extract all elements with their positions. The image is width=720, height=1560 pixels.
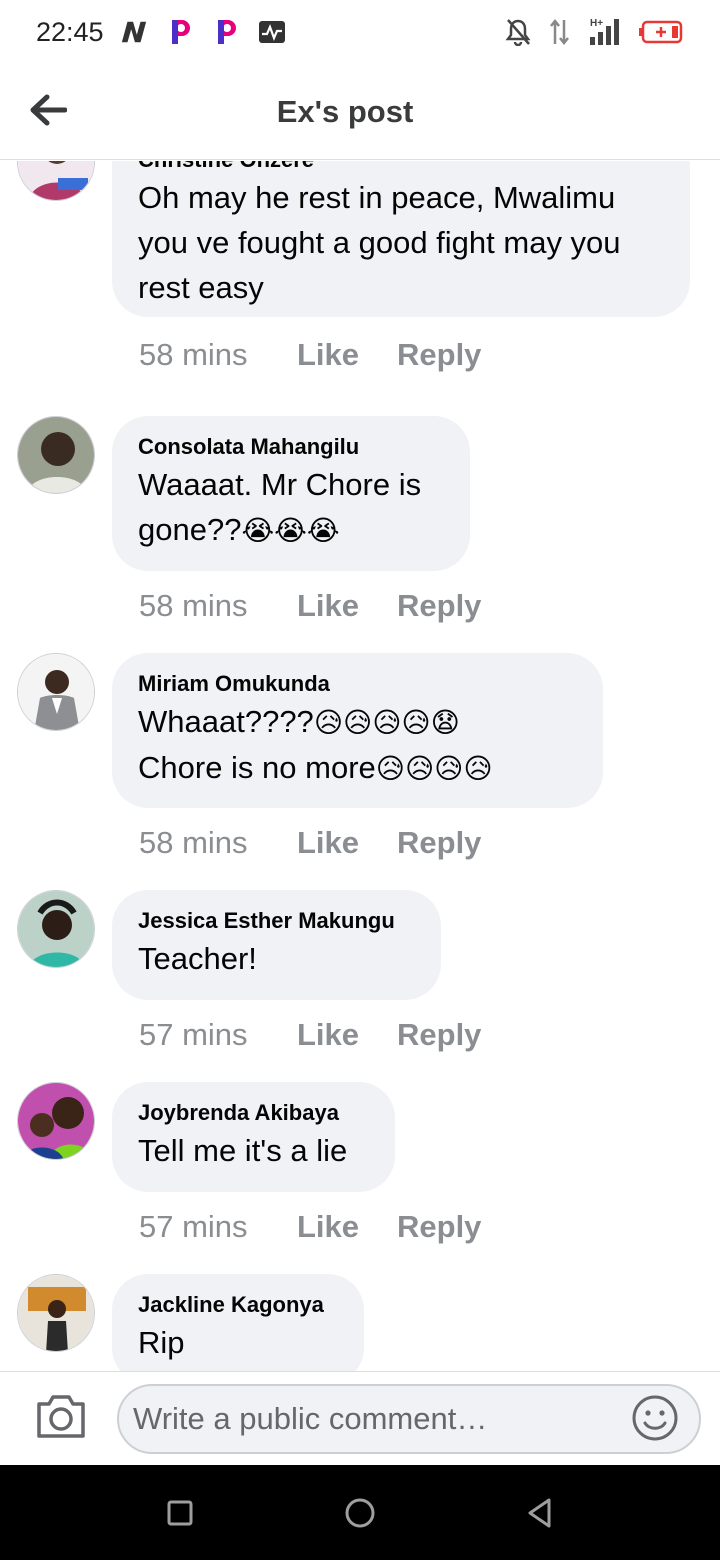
reply-button[interactable]: Reply [397, 1209, 481, 1245]
comment-text-line: Whaaat????😥😥😥😥😧 [138, 699, 577, 745]
reply-button[interactable]: Reply [397, 588, 481, 624]
like-button[interactable]: Like [297, 825, 397, 861]
system-nav-bar [0, 1465, 720, 1560]
comment-bubble[interactable]: Jessica Esther Makungu Teacher! [112, 890, 441, 1000]
smiley-icon [632, 1395, 678, 1441]
comment-actions: 58 mins Like Reply [139, 337, 481, 373]
network-type-label: H+ [590, 18, 603, 29]
comment-bubble[interactable]: Miriam Omukunda Whaaat????😥😥😥😥😧 Chore is… [112, 653, 603, 808]
comment-bubble[interactable]: Joybrenda Akibaya Tell me it's a lie [112, 1082, 395, 1192]
reply-button[interactable]: Reply [397, 825, 481, 861]
comment-text-line: Waaaat. Mr Chore is [138, 467, 422, 502]
comment-text-line: Oh may he rest in peace, Mwalimu [138, 180, 616, 215]
comment-bubble[interactable]: Jackline Kagonya Rip [112, 1274, 364, 1371]
sad-emoji: 😥😥😥😥😧 [313, 706, 460, 739]
comment-text-line: Teacher! [138, 941, 257, 976]
comment-composer [0, 1371, 720, 1465]
recents-square-icon [167, 1500, 193, 1526]
app-header: Ex's post [0, 66, 720, 160]
n-app-icon [120, 18, 148, 46]
comment-time[interactable]: 58 mins [139, 825, 297, 861]
like-button[interactable]: Like [297, 588, 397, 624]
comment-time[interactable]: 57 mins [139, 1017, 297, 1053]
avatar[interactable] [17, 416, 95, 494]
avatar[interactable] [17, 161, 95, 201]
comment-text-line: Rip [138, 1325, 185, 1360]
comment-actions: 58 mins Like Reply [139, 825, 481, 861]
sad-emoji: 😥😥😥😥 [375, 752, 493, 785]
avatar[interactable] [17, 1082, 95, 1160]
comment-actions: 58 mins Like Reply [139, 588, 481, 624]
comment-bubble[interactable]: Christine Onzere Oh may he rest in peace… [112, 161, 690, 317]
reply-button[interactable]: Reply [397, 337, 481, 373]
p-app-icon [212, 18, 240, 46]
like-button[interactable]: Like [297, 337, 397, 373]
home-circle-icon [345, 1498, 375, 1528]
reply-button[interactable]: Reply [397, 1017, 481, 1053]
comment-author[interactable]: Christine Onzere [138, 161, 664, 175]
comment-text-line: gone??😭😭😭 [138, 507, 444, 553]
data-arrows-icon [546, 18, 574, 46]
comment-text-line: Chore is no more😥😥😥😥 [138, 745, 577, 791]
status-system-icons: H+ [504, 18, 684, 46]
status-bar: 22:45 H+ [0, 0, 720, 66]
like-button[interactable]: Like [297, 1017, 397, 1053]
recents-button[interactable] [160, 1493, 200, 1533]
like-button[interactable]: Like [297, 1209, 397, 1245]
home-button[interactable] [340, 1493, 380, 1533]
comment-author[interactable]: Consolata Mahangilu [138, 432, 444, 462]
comments-list[interactable]: Christine Onzere Oh may he rest in peace… [0, 161, 720, 1371]
avatar[interactable] [17, 653, 95, 731]
comment-author[interactable]: Joybrenda Akibaya [138, 1098, 369, 1128]
back-nav-button[interactable] [520, 1493, 560, 1533]
comment-text-line: rest easy [138, 270, 264, 305]
comment-text: gone?? [138, 512, 242, 547]
comment-text: Whaaat???? [138, 704, 314, 739]
status-time: 22:45 [36, 17, 104, 47]
avatar[interactable] [17, 890, 95, 968]
comment-time[interactable]: 58 mins [139, 588, 297, 624]
page-title: Ex's post [276, 94, 414, 129]
comment-input[interactable] [117, 1384, 701, 1454]
p-app-icon [166, 18, 194, 46]
comment-time[interactable]: 57 mins [139, 1209, 297, 1245]
crying-emoji: 😭😭😭 [241, 514, 340, 547]
camera-icon [37, 1395, 85, 1438]
comment-text-line: Tell me it's a lie [138, 1133, 348, 1168]
avatar[interactable] [17, 1274, 95, 1352]
comment-text: Chore is no more [138, 750, 376, 785]
comment-text-line: you ve fought a good fight may you [138, 225, 621, 260]
back-triangle-icon [528, 1498, 551, 1528]
comment-author[interactable]: Jessica Esther Makungu [138, 906, 415, 936]
activity-icon [258, 18, 286, 46]
emoji-button[interactable] [630, 1393, 680, 1443]
comment-actions: 57 mins Like Reply [139, 1209, 481, 1245]
comment-actions: 57 mins Like Reply [139, 1017, 481, 1053]
comment-time[interactable]: 58 mins [139, 337, 297, 373]
signal-icon: H+ [588, 18, 624, 46]
comment-author[interactable]: Miriam Omukunda [138, 669, 577, 699]
comment-author[interactable]: Jackline Kagonya [138, 1290, 338, 1320]
comment-bubble[interactable]: Consolata Mahangilu Waaaat. Mr Chore is … [112, 416, 470, 571]
camera-button[interactable] [35, 1392, 87, 1444]
status-notification-icons [120, 18, 286, 46]
bell-off-icon [504, 18, 532, 46]
battery-icon [638, 18, 684, 46]
